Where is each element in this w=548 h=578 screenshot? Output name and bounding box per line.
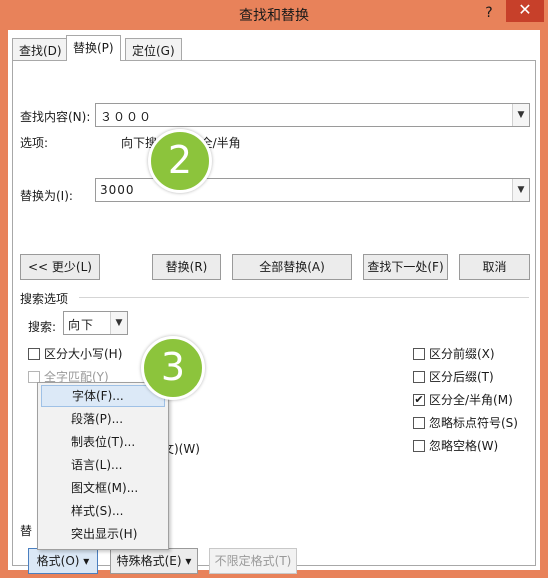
menu-item-paragraph[interactable]: 段落(P)...	[41, 408, 165, 430]
check-icon[interactable]: ✔	[413, 393, 425, 406]
replace-section-title: 替	[20, 524, 33, 538]
checkbox-label: 区分大小写(H)	[44, 347, 123, 361]
checkbox-label: 区分全/半角(M)	[429, 393, 513, 407]
find-replace-dialog: 查找和替换 ? ✕ 查找(D) 替换(P) 定位(G) 查找内容(N): ３００…	[0, 0, 548, 578]
format-button[interactable]: 格式(O) ▾	[28, 548, 98, 574]
menu-item-frame[interactable]: 图文框(M)...	[41, 477, 165, 499]
ignore-space-checkbox[interactable]: 忽略空格(W)	[413, 437, 498, 454]
chevron-down-icon[interactable]: ▼	[110, 312, 127, 334]
replace-all-button[interactable]: 全部替换(A)	[232, 254, 352, 280]
match-prefix-checkbox[interactable]: 区分前缀(X)	[413, 345, 495, 362]
checkbox-box[interactable]	[28, 347, 40, 360]
no-formatting-button: 不限定格式(T)	[209, 548, 297, 574]
cancel-button[interactable]: 取消	[459, 254, 530, 280]
checkbox-label: 区分后缀(T)	[429, 370, 494, 384]
checkbox-box[interactable]	[413, 416, 425, 429]
search-direction-value: 向下	[68, 318, 95, 332]
tab-find[interactable]: 查找(D)	[12, 38, 69, 61]
less-button[interactable]: << 更少(L)	[20, 254, 100, 280]
menu-item-tabs[interactable]: 制表位(T)...	[41, 431, 165, 453]
find-value: ３０００	[100, 110, 153, 124]
find-input[interactable]: ３０００ ▼	[95, 103, 530, 127]
checkbox-box[interactable]	[413, 347, 425, 360]
find-label: 查找内容(N):	[20, 110, 91, 124]
checkbox-box	[28, 370, 40, 383]
checkbox-label: 忽略标点符号(S)	[429, 416, 518, 430]
search-direction-select[interactable]: 向下 ▼	[63, 311, 128, 335]
replace-value: 3000	[100, 183, 135, 197]
match-width-checkbox[interactable]: ✔ 区分全/半角(M)	[413, 391, 513, 408]
search-direction-label: 搜索:	[28, 320, 57, 334]
chevron-down-icon[interactable]: ▼	[512, 179, 529, 201]
special-format-button[interactable]: 特殊格式(E) ▾	[110, 548, 198, 574]
find-next-button[interactable]: 查找下一处(F)	[363, 254, 448, 280]
checkbox-label: 区分前缀(X)	[429, 347, 495, 361]
checkbox-box[interactable]	[413, 439, 425, 452]
replace-button[interactable]: 替换(R)	[152, 254, 221, 280]
checkbox-box[interactable]	[413, 370, 425, 383]
window-title: 查找和替换	[239, 8, 309, 24]
help-button[interactable]: ?	[478, 2, 500, 24]
tab-replace[interactable]: 替换(P)	[66, 35, 121, 61]
format-menu: 字体(F)... 段落(P)... 制表位(T)... 语言(L)... 图文框…	[37, 382, 169, 550]
search-options-title: 搜索选项	[20, 292, 69, 306]
menu-item-font[interactable]: 字体(F)...	[41, 385, 165, 407]
menu-item-style[interactable]: 样式(S)...	[41, 500, 165, 522]
title-bar[interactable]: 查找和替换 ? ✕	[0, 0, 548, 30]
chevron-down-icon[interactable]: ▼	[512, 104, 529, 126]
dialog-body: 查找(D) 替换(P) 定位(G) 查找内容(N): ３０００ ▼ 选项: 向下…	[8, 30, 540, 574]
options-label: 选项:	[20, 136, 49, 150]
callout-badge-3: 3	[141, 336, 205, 400]
checkbox-label: 忽略空格(W)	[429, 439, 499, 453]
tab-goto[interactable]: 定位(G)	[125, 38, 182, 61]
match-suffix-checkbox[interactable]: 区分后缀(T)	[413, 368, 494, 385]
menu-item-language[interactable]: 语言(L)...	[41, 454, 165, 476]
callout-badge-2: 2	[148, 129, 212, 193]
match-case-checkbox[interactable]: 区分大小写(H)	[28, 345, 122, 362]
replace-label: 替换为(I):	[20, 189, 73, 203]
close-button[interactable]: ✕	[506, 0, 544, 22]
menu-item-highlight[interactable]: 突出显示(H)	[41, 523, 165, 545]
divider	[79, 297, 529, 298]
ignore-punctuation-checkbox[interactable]: 忽略标点符号(S)	[413, 414, 518, 431]
